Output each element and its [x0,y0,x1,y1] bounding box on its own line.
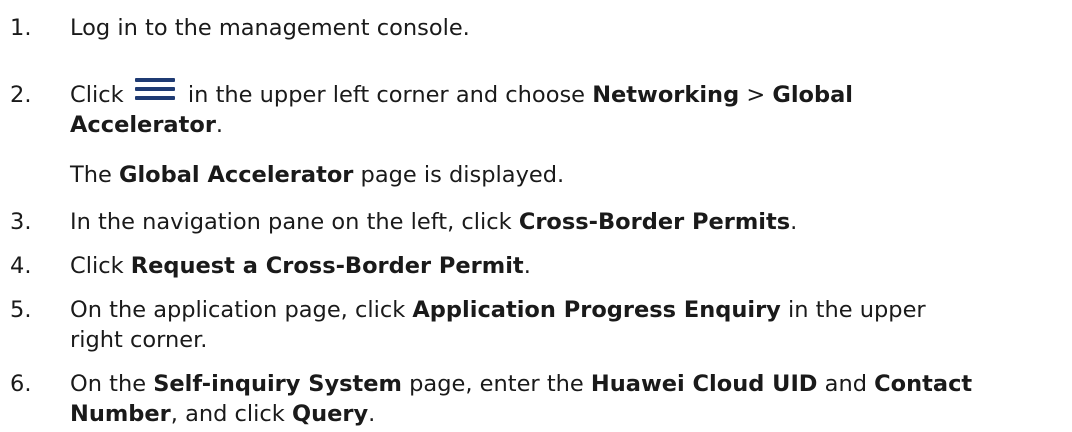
text-run-bold: Huawei Cloud UID [590,371,818,397]
text-run: On the [70,371,154,397]
step-text: On the Self-inquiry System page, enter t… [70,369,1060,429]
text-run: Click [70,253,131,279]
step-line: Number, and click Query. [70,399,1060,429]
step-line: Log in to the management console. [70,13,1060,43]
step-text: Click in the upper left corner and choos… [70,78,1060,140]
text-run: right corner. [70,327,208,353]
step-line: right corner. [70,325,1060,355]
step-line: In the navigation pane on the left, clic… [70,207,1060,237]
text-run: . [368,401,376,427]
text-run-bold: Accelerator [70,112,216,138]
text-run: > [739,82,773,108]
step-number: 5. [10,297,32,323]
step-number: 3. [10,209,32,235]
text-run-bold: Contact [874,371,973,397]
step-line: Click Request a Cross-Border Permit. [70,251,1060,281]
text-run-bold: Networking [592,82,740,108]
step-text: Log in to the management console. [70,13,1060,43]
menu-icon [133,78,179,110]
step-number: 1. [10,15,32,41]
text-run: page, enter the [402,371,591,397]
step-text: Click Request a Cross-Border Permit. [70,251,1060,281]
step-text: On the application page, click Applicati… [70,295,1060,355]
text-run: . [215,112,224,138]
step-2-result: The Global Accelerator page is displayed… [70,160,1060,190]
text-run: and [817,371,875,397]
text-run-bold: Self-inquiry System [153,371,402,397]
procedure-document: 1. Log in to the management console. 2. … [0,0,1072,432]
text-run-bold: Global [772,82,853,108]
step-line: On the Self-inquiry System page, enter t… [70,369,1060,399]
text-run-bold: Application Progress Enquiry [412,297,781,323]
text-run: in the upper left corner and choose [180,82,593,108]
text-run: On the application page, click [70,297,413,323]
text-run: . [523,253,531,279]
text-run: , and click [170,401,292,427]
text-run: in the upper [780,297,926,323]
step-number: 2. [10,82,32,108]
text-run: page is displayed. [353,162,565,188]
text-run-bold: Global Accelerator [119,162,354,188]
text-run: The [70,162,119,188]
text-run-bold: Query [291,401,369,427]
step-text: In the navigation pane on the left, clic… [70,207,1060,237]
step-number: 6. [10,371,32,397]
text-run: . [790,209,798,235]
text-run: Log in to the management console. [70,15,470,41]
step-number: 4. [10,253,32,279]
text-run-bold: Number [70,401,171,427]
text-run-bold: Cross-Border Permits [518,209,791,235]
text-run: Click [70,82,131,108]
text-run-bold: Request a Cross-Border Permit [130,253,524,279]
text-run: In the navigation pane on the left, clic… [70,209,519,235]
step-line: On the application page, click Applicati… [70,295,1060,325]
step-line: Accelerator. [70,110,1060,140]
step-line: Click in the upper left corner and choos… [70,78,1060,110]
